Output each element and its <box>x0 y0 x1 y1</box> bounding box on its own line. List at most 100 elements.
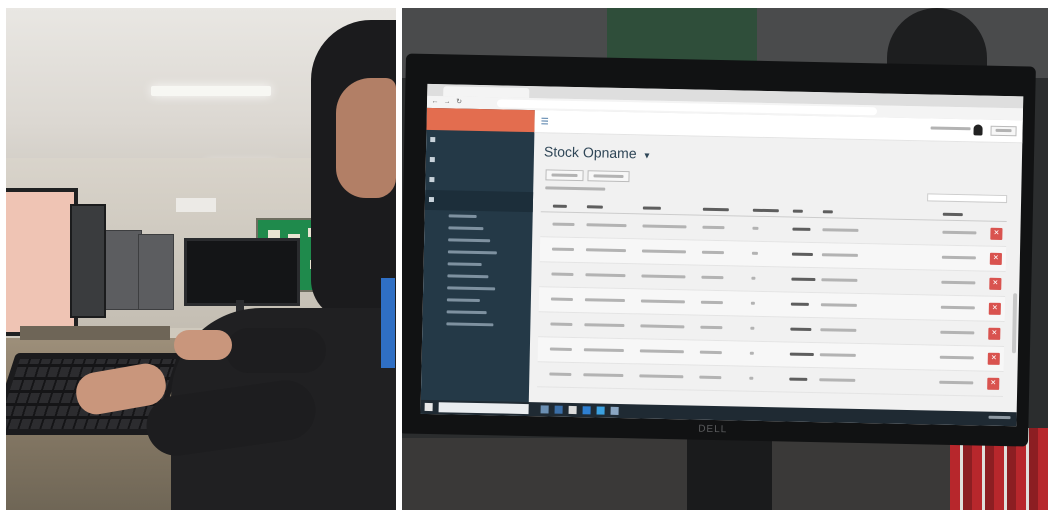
taskbar-app-icon[interactable] <box>568 405 577 415</box>
reload-icon[interactable]: ↻ <box>455 98 463 106</box>
table-cell <box>549 363 583 388</box>
main-content: Stock Opname ▾ ✕ ✕ ✕ ✕ ✕ ✕ ✕ <box>528 133 1022 426</box>
hand <box>174 330 232 360</box>
table-cell <box>819 368 879 393</box>
taskbar-app-icon[interactable] <box>554 405 563 414</box>
table-cell <box>701 266 751 291</box>
delete-button[interactable]: ✕ <box>990 227 1003 240</box>
desk-edge <box>20 326 170 340</box>
entries-selector[interactable] <box>545 185 606 191</box>
sidebar-item-expanded[interactable] <box>424 189 534 213</box>
table-cell <box>550 288 585 313</box>
table-cell <box>539 262 552 286</box>
sidebar-item[interactable] <box>426 150 534 172</box>
sidebar-subitem[interactable] <box>422 318 530 332</box>
table-cell <box>751 242 792 267</box>
photo-left-person-at-desk <box>6 8 396 510</box>
table-cell <box>640 314 700 339</box>
table-cell <box>538 337 551 361</box>
table-cell <box>549 338 584 363</box>
forward-arrow-icon[interactable]: → <box>443 98 451 106</box>
delete-button[interactable]: ✕ <box>989 277 1002 290</box>
table-cell <box>820 293 881 318</box>
table-cell <box>790 318 820 343</box>
sidebar-submenu <box>422 210 532 332</box>
table-cell <box>821 268 881 293</box>
table-cell <box>585 263 641 288</box>
face <box>336 78 396 198</box>
dropdown-caret-icon[interactable]: ▾ <box>644 150 649 161</box>
air-conditioner <box>176 198 216 212</box>
list-icon <box>429 156 435 163</box>
delete-button[interactable]: ✕ <box>987 377 1000 390</box>
table-cell <box>789 343 820 368</box>
table-cell <box>540 237 553 261</box>
folder-icon <box>429 176 435 183</box>
user-avatar-icon[interactable] <box>973 124 983 136</box>
table-cell <box>821 243 882 268</box>
table-cell <box>750 317 790 342</box>
foreground-monitor <box>6 188 78 336</box>
table-cell <box>551 238 586 263</box>
table-cell <box>881 269 941 294</box>
lanyard <box>381 278 395 368</box>
photo-right-monitor-closeup: DELL ← → ↻ ☰ Stock Opname ▾ ✕ ✕ ✕ ✕ ✕ ✕ … <box>402 8 1048 510</box>
table-cell <box>700 291 751 316</box>
table-cell <box>791 268 821 293</box>
taskbar-search[interactable] <box>438 402 529 415</box>
table-cell <box>699 366 749 391</box>
table-cell <box>701 241 752 266</box>
table-cell <box>882 244 942 269</box>
table-cell <box>749 342 790 367</box>
monitor-stand <box>687 438 772 510</box>
sidebar-item[interactable] <box>425 170 533 192</box>
delete-button[interactable]: ✕ <box>989 252 1003 265</box>
taskbar-app-icon[interactable] <box>582 406 591 415</box>
table-cell <box>789 368 819 393</box>
monitor-brand-logo: DELL <box>698 423 728 436</box>
table-cell <box>822 218 882 243</box>
table-cell <box>641 264 701 289</box>
table-cell <box>880 344 940 369</box>
logout-button[interactable] <box>990 125 1017 137</box>
action-button-2[interactable] <box>587 170 630 183</box>
table-cell <box>640 289 701 314</box>
taskbar-app-icon[interactable] <box>540 405 549 414</box>
action-button-1[interactable] <box>545 169 584 182</box>
arm <box>226 328 326 373</box>
delete-button[interactable]: ✕ <box>988 327 1001 340</box>
table-cell <box>537 362 550 386</box>
table-cell <box>881 294 941 319</box>
table-cell <box>792 218 822 243</box>
table-cell <box>751 267 791 292</box>
table-cell <box>819 343 880 368</box>
menu-toggle-icon[interactable]: ☰ <box>541 116 551 126</box>
taskbar-app-icon[interactable] <box>610 406 619 415</box>
delete-button[interactable]: ✕ <box>988 302 1001 315</box>
dashboard-icon <box>430 136 436 143</box>
table-cell <box>642 214 702 239</box>
windows-start-icon[interactable] <box>424 402 433 412</box>
sidebar-item[interactable] <box>426 130 534 152</box>
back-arrow-icon[interactable]: ← <box>431 98 439 106</box>
stock-table: ✕ ✕ ✕ ✕ ✕ ✕ ✕ <box>537 201 1007 398</box>
delete-button[interactable]: ✕ <box>987 352 1000 365</box>
table-cell <box>879 369 939 394</box>
table-body: ✕ ✕ ✕ ✕ ✕ ✕ ✕ <box>537 212 1007 398</box>
table-cell <box>791 243 822 268</box>
table-search-input[interactable] <box>927 193 1008 204</box>
background-monitor <box>184 238 300 306</box>
table-cell <box>790 293 821 318</box>
user-name <box>930 125 971 132</box>
scrollbar[interactable] <box>1011 293 1018 354</box>
app-sidebar <box>420 107 535 417</box>
table-cell <box>584 313 640 338</box>
table-cell <box>639 339 700 364</box>
taskbar-app-icon[interactable] <box>596 406 605 415</box>
app-brand[interactable] <box>426 107 535 133</box>
table-cell <box>700 316 750 341</box>
table-cell <box>880 319 940 344</box>
table-cell <box>584 288 641 313</box>
table-cell <box>539 287 552 311</box>
table-cell <box>550 313 584 338</box>
